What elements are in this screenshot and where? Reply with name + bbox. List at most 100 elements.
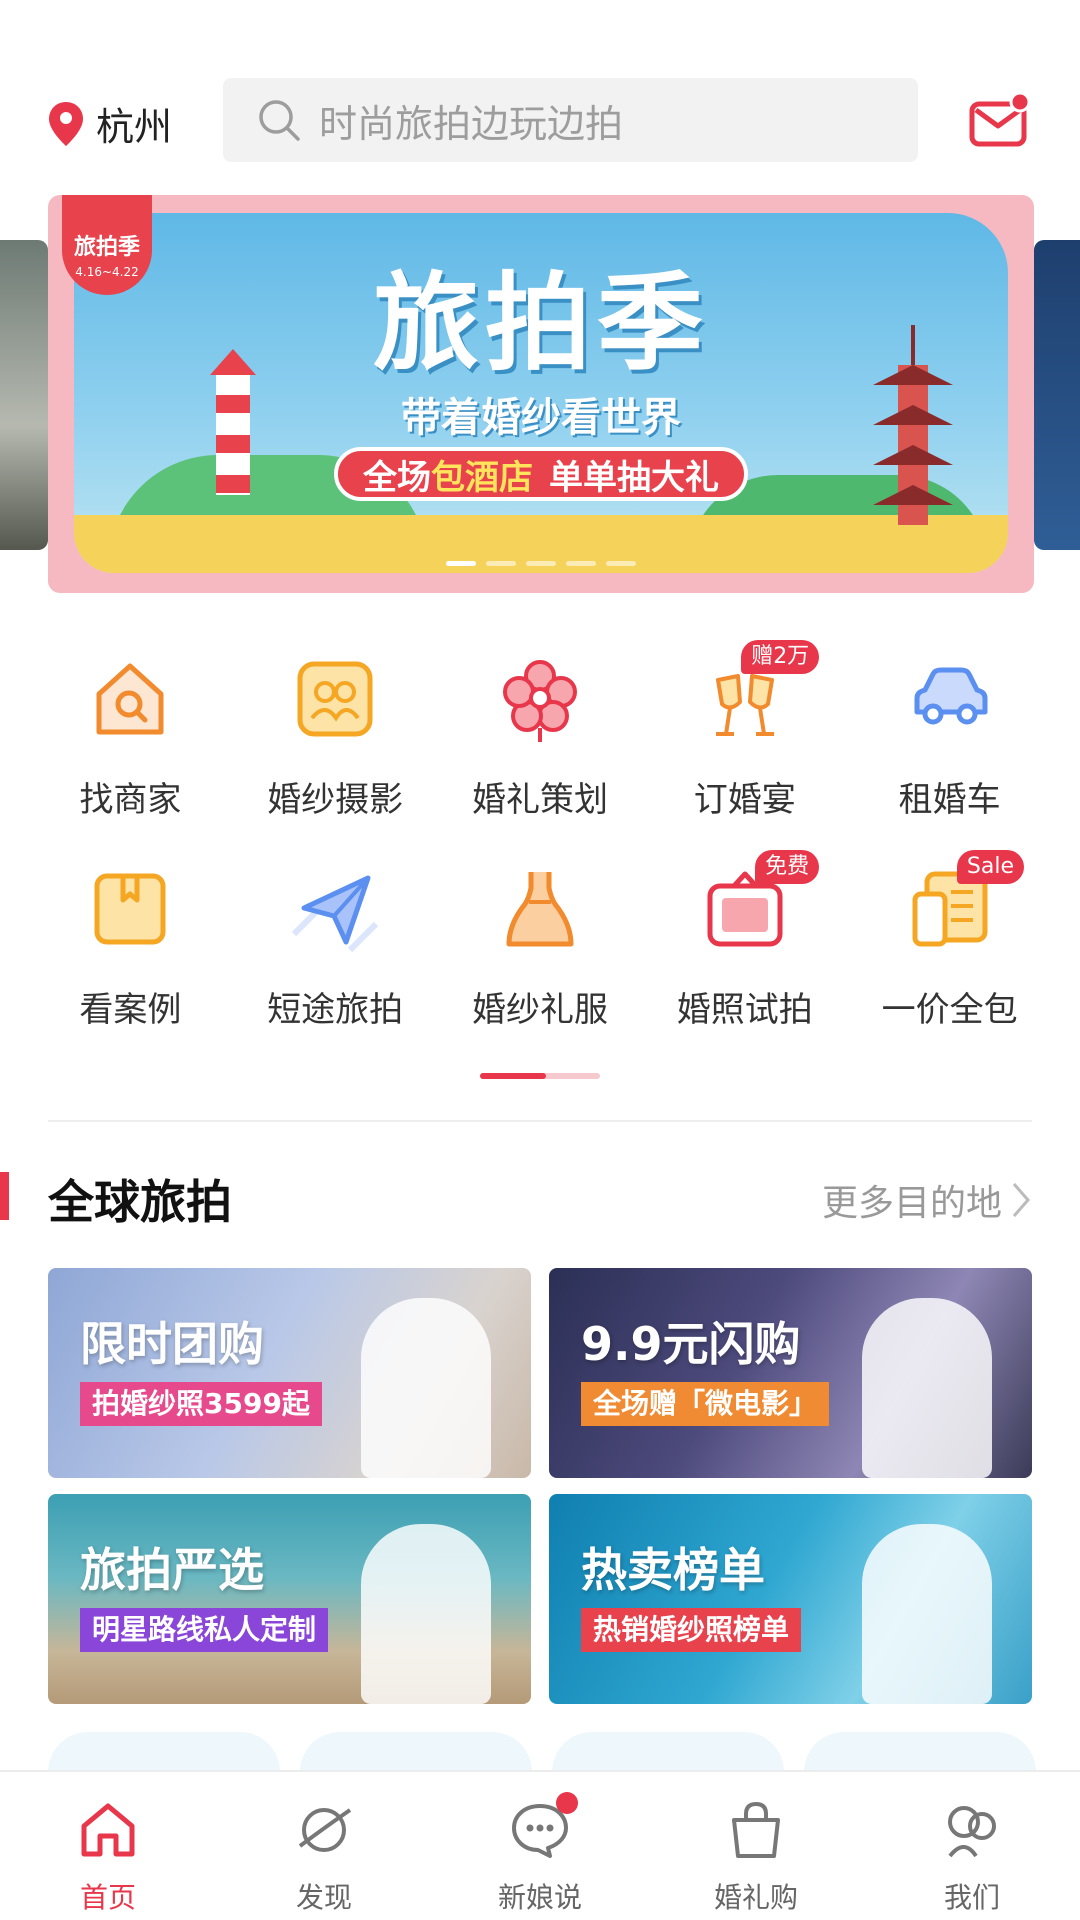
- tab-label: 婚礼购: [713, 1881, 798, 1914]
- category-trial-shoot[interactable]: 免费 婚照试拍: [642, 850, 847, 1060]
- category-label: 看案例: [79, 990, 182, 1030]
- more-destinations-link[interactable]: 更多目的地: [822, 1174, 1032, 1226]
- tab-label: 首页: [79, 1881, 136, 1914]
- more-destinations-label: 更多目的地: [821, 1183, 1002, 1224]
- banner-carousel[interactable]: 旅拍季 带着婚纱看世界 全场包酒店 单单抽大礼 旅拍季 4.16~4.22: [0, 195, 1080, 595]
- city-label: 杭州: [96, 105, 173, 149]
- banner-promo-pill: 全场包酒店 单单抽大礼: [334, 447, 748, 501]
- promo-card-selection[interactable]: 旅拍严选 明星路线私人定制: [48, 1494, 531, 1704]
- category-banquet[interactable]: 赠2万 订婚宴: [642, 640, 847, 850]
- category-wedding-photo[interactable]: 婚纱摄影: [233, 640, 438, 850]
- category-grid: 找商家 婚纱摄影 婚礼策划 赠2万 订婚宴 租婚车 看案例 短途旅拍 婚纱礼服 …: [28, 640, 1052, 1060]
- category-label: 订婚宴: [693, 780, 796, 820]
- promo-card-group-buy[interactable]: 限时团购 拍婚纱照3599起: [48, 1268, 531, 1478]
- destination-chip[interactable]: [552, 1732, 784, 1772]
- destination-chip[interactable]: [804, 1732, 1036, 1772]
- flower-icon: [502, 660, 577, 742]
- mail-icon[interactable]: [968, 92, 1032, 148]
- card-photo-subject: [862, 1298, 992, 1478]
- tab-label: 新娘说: [497, 1881, 582, 1914]
- card-title: 9.9元闪购: [581, 1317, 801, 1371]
- paper-plane-icon: [292, 875, 379, 953]
- category-label: 短途旅拍: [267, 990, 404, 1030]
- top-bar: 杭州 时尚旅拍边玩边拍: [0, 78, 1080, 162]
- category-tag: Sale: [956, 850, 1024, 884]
- banner-title: 旅拍季: [373, 262, 709, 385]
- category-row: 找商家 婚纱摄影 婚礼策划 赠2万 订婚宴 租婚车: [28, 640, 1052, 850]
- tab-label: 我们: [943, 1881, 1000, 1914]
- category-tag: 免费: [755, 850, 820, 884]
- tab-home[interactable]: 首页: [0, 1772, 216, 1920]
- dress-icon: [506, 872, 574, 947]
- category-row: 看案例 短途旅拍 婚纱礼服 免费 婚照试拍 Sale 一价全包: [28, 850, 1052, 1060]
- card-photo-subject: [862, 1524, 992, 1704]
- tab-us[interactable]: 我们: [864, 1772, 1080, 1920]
- next-banner-preview[interactable]: [1034, 240, 1080, 550]
- category-bridal-dress[interactable]: 婚纱礼服: [438, 850, 643, 1060]
- tab-discover[interactable]: 发现: [216, 1772, 432, 1920]
- car-icon: [914, 667, 988, 725]
- category-label: 婚照试拍: [676, 990, 813, 1030]
- card-title: 限时团购: [80, 1317, 264, 1371]
- carousel-dot: [566, 561, 596, 566]
- category-label: 婚礼策划: [471, 780, 608, 820]
- carousel-dot: [606, 561, 636, 566]
- category-cases[interactable]: 看案例: [28, 850, 233, 1060]
- banner-subtitle: 带着婚纱看世界: [401, 395, 681, 441]
- search-input[interactable]: 时尚旅拍边玩边拍: [223, 78, 918, 162]
- search-icon: [259, 100, 300, 141]
- chevron-right-icon: [1012, 1183, 1030, 1217]
- location-pin-icon: [49, 101, 83, 146]
- couple-icon: [948, 1806, 996, 1858]
- carousel-indicator: [48, 561, 1034, 566]
- destination-chip[interactable]: [300, 1732, 532, 1772]
- tab-label: 发现: [295, 1881, 352, 1914]
- category-wedding-planning[interactable]: 婚礼策划: [438, 640, 643, 850]
- notification-dot: [556, 1792, 578, 1814]
- banner-slide[interactable]: 旅拍季 带着婚纱看世界 全场包酒店 单单抽大礼 旅拍季 4.16~4.22: [48, 195, 1034, 593]
- category-label: 一价全包: [881, 990, 1018, 1030]
- card-subtitle: 热销婚纱照榜单: [581, 1608, 802, 1652]
- category-label: 找商家: [79, 780, 182, 820]
- card-subtitle: 拍婚纱照3599起: [80, 1382, 322, 1426]
- card-photo-subject: [361, 1298, 491, 1478]
- category-short-trip-photo[interactable]: 短途旅拍: [233, 850, 438, 1060]
- city-selector[interactable]: 杭州: [46, 96, 172, 151]
- shopping-bag-icon: [732, 1801, 780, 1858]
- card-title: 热卖榜单: [581, 1543, 765, 1597]
- category-tag: 赠2万: [741, 640, 820, 674]
- season-badge-label: 旅拍季: [73, 235, 140, 260]
- category-label: 婚纱礼服: [471, 990, 608, 1030]
- card-subtitle: 全场赠「微电影」: [581, 1382, 830, 1426]
- section-accent-bar: [0, 1172, 9, 1220]
- category-all-inclusive[interactable]: Sale 一价全包: [847, 850, 1052, 1060]
- destination-chips: [48, 1732, 1080, 1772]
- promo-card-bestseller[interactable]: 热卖榜单 热销婚纱照榜单: [549, 1494, 1032, 1704]
- category-find-merchant[interactable]: 找商家: [28, 640, 233, 850]
- carousel-dot: [526, 561, 556, 566]
- destination-chip[interactable]: [48, 1732, 280, 1772]
- tab-bride-talk[interactable]: 新娘说: [432, 1772, 648, 1920]
- section-divider: [48, 1120, 1032, 1122]
- carousel-dot: [446, 561, 476, 566]
- search-placeholder: 时尚旅拍边玩边拍: [319, 101, 624, 146]
- card-title: 旅拍严选: [80, 1543, 264, 1597]
- tab-wedding-shop[interactable]: 婚礼购: [648, 1772, 864, 1920]
- category-label: 婚纱摄影: [267, 780, 404, 820]
- card-subtitle: 明星路线私人定制: [80, 1608, 329, 1652]
- shop-search-icon: [96, 663, 164, 735]
- promo-prefix: 全场: [363, 457, 431, 498]
- category-car-rental[interactable]: 租婚车: [847, 640, 1052, 850]
- planet-icon: [298, 1808, 352, 1852]
- category-label: 租婚车: [898, 780, 1001, 820]
- promo-rest: 单单抽大礼: [549, 457, 719, 498]
- carousel-dot: [486, 561, 516, 566]
- bottom-tab-bar: 首页 发现 新娘说 婚礼购 我们: [0, 1770, 1080, 1920]
- previous-banner-preview[interactable]: [0, 240, 48, 550]
- photo-people-icon: [297, 661, 373, 737]
- promo-card-flash-sale[interactable]: 9.9元闪购 全场赠「微电影」: [549, 1268, 1032, 1478]
- section-title: 全球旅拍: [48, 1175, 232, 1229]
- season-badge-date: 4.16~4.22: [75, 265, 139, 279]
- category-page-indicator: [480, 1073, 600, 1079]
- page-indicator-active: [480, 1073, 546, 1079]
